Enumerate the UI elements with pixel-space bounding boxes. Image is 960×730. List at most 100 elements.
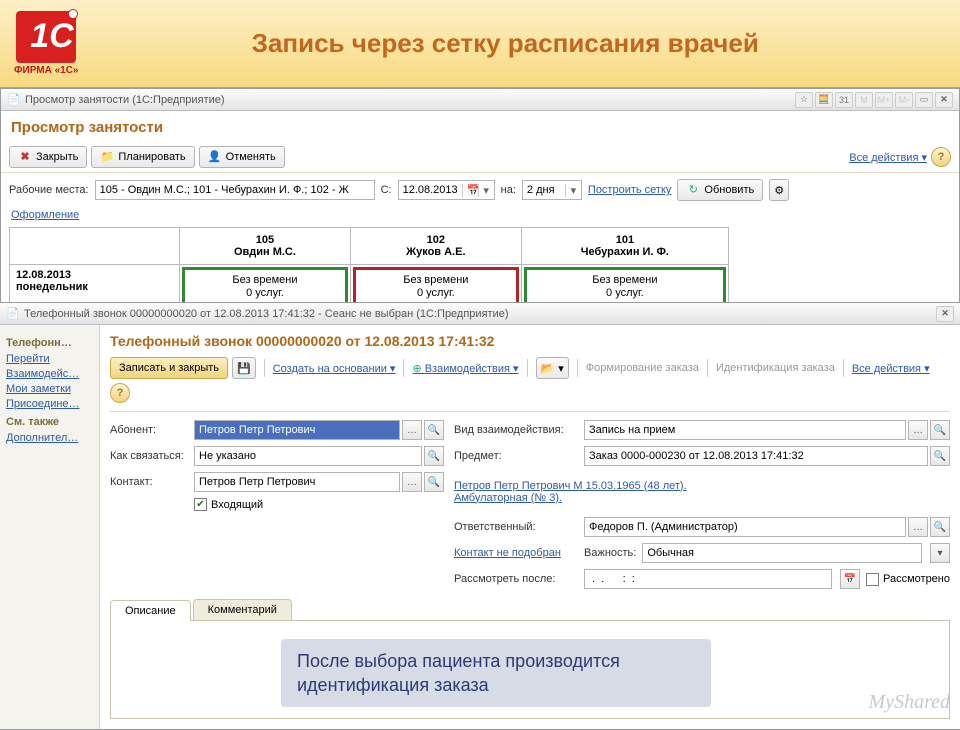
person-icon: 👤 (208, 150, 222, 164)
lbl-from: С: (381, 184, 392, 196)
dropdown-icon[interactable]: ▾ (930, 543, 950, 563)
priority-input[interactable] (642, 543, 922, 563)
patient-link-2[interactable]: Амбулаторная (№ 3). (454, 492, 562, 504)
window1-titlebar: 📄 Просмотр занятости (1С:Предприятие) ☆ … (1, 89, 959, 111)
save-button[interactable]: 💾 (232, 357, 256, 379)
calendar-icon[interactable]: 📅 (840, 569, 860, 589)
build-grid-link[interactable]: Построить сетку (588, 184, 672, 196)
days-field[interactable]: 2 дня▾ (522, 180, 582, 200)
settings-button[interactable]: ⚙ (769, 179, 789, 201)
tab-bar: Описание Комментарий (110, 599, 950, 621)
folder-icon: 📂 (541, 362, 555, 375)
incoming-checkbox[interactable]: ✔ Входящий (194, 498, 444, 511)
nav-additional[interactable]: Дополнител… (6, 432, 93, 444)
plan-button[interactable]: 📁Планировать (91, 146, 194, 168)
help-icon[interactable]: ? (110, 383, 130, 403)
tab-comment[interactable]: Комментарий (193, 599, 292, 620)
magnify-icon[interactable]: 🔍 (930, 446, 950, 466)
window2-titlebar: 📄 Телефонный звонок 00000000020 от 12.08… (0, 303, 960, 325)
slide-title: Запись через сетку расписания врачей (115, 28, 947, 59)
description-area[interactable]: После выбора пациента производится идент… (110, 621, 950, 719)
no-contact-link[interactable]: Контакт не подобран (454, 547, 574, 559)
lookup-icon[interactable]: … (908, 420, 928, 440)
magnify-icon[interactable]: 🔍 (424, 420, 444, 440)
all-actions-link[interactable]: Все действия ▾ (849, 151, 927, 164)
owner-input[interactable] (584, 517, 906, 537)
abonent-input[interactable] (194, 420, 400, 440)
folder-button[interactable]: 📂 ▾ (536, 357, 569, 379)
reviewed-checkbox[interactable]: Рассмотрено (866, 573, 950, 586)
min-icon[interactable]: ▭ (915, 92, 933, 108)
kind-input[interactable] (584, 420, 906, 440)
lookup-icon[interactable]: … (908, 517, 928, 537)
gear-icon: ⚙ (774, 184, 784, 197)
close-x-icon: ✖ (18, 150, 32, 164)
lbl-after: Рассмотреть после: (454, 573, 574, 585)
toolbar1: ✖Закрыть 📁Планировать 👤Отменять Все дейс… (1, 142, 959, 173)
toolbar2: Записать и закрыть 💾 Создать на основани… (110, 355, 950, 412)
nav-notes[interactable]: Мои заметки (6, 383, 93, 395)
nav-interactions[interactable]: Взаимодейс… (6, 368, 93, 380)
contact-input[interactable] (194, 472, 400, 492)
form-order-disabled: Формирование заказа (586, 362, 699, 374)
close-icon[interactable]: ✕ (936, 306, 954, 322)
slide-header: ФИРМА «1С» Запись через сетку расписания… (0, 0, 960, 88)
lbl-subject: Предмет: (454, 450, 574, 462)
zoom3-icon[interactable]: M- (895, 92, 913, 108)
nav-goto[interactable]: Перейти (6, 353, 93, 365)
dropdown-icon[interactable]: ▾ (478, 184, 494, 197)
help-icon[interactable]: ? (931, 147, 951, 167)
subject-input[interactable] (584, 446, 928, 466)
workplaces-input[interactable] (95, 180, 375, 200)
date-from-field[interactable]: 12.08.2013📅▾ (398, 180, 495, 200)
refresh-button[interactable]: ↻Обновить (677, 179, 763, 201)
lbl-kind: Вид взаимодействия: (454, 424, 574, 436)
cancel-button[interactable]: 👤Отменять (199, 146, 285, 168)
plus-icon: ⊕ (412, 363, 421, 375)
interactions-link[interactable]: ⊕ Взаимодействия ▾ (412, 362, 518, 375)
review-after-input[interactable] (584, 569, 832, 589)
logo-1c: ФИРМА «1С» (14, 11, 79, 76)
close-button[interactable]: ✖Закрыть (9, 146, 87, 168)
filter-row: Рабочие места: С: 12.08.2013📅▾ на: 2 дня… (1, 173, 959, 207)
how-input[interactable] (194, 446, 422, 466)
check-icon: ✔ (194, 498, 207, 511)
col-head-1: 105Овдин М.С. (180, 228, 351, 265)
lookup-icon[interactable]: … (402, 420, 422, 440)
dropdown-icon[interactable]: ▾ (565, 184, 581, 197)
zoom2-icon[interactable]: M+ (875, 92, 893, 108)
save-close-button[interactable]: Записать и закрыть (110, 357, 228, 379)
unchecked-icon (866, 573, 879, 586)
form-title: Телефонный звонок 00000000020 от 12.08.2… (110, 325, 950, 355)
patient-link-1[interactable]: Петров Петр Петрович М 15.03.1965 (48 ле… (454, 480, 687, 492)
refresh-icon: ↻ (686, 183, 700, 197)
side-nav: Телефонн… Перейти Взаимодейс… Мои заметк… (0, 325, 100, 729)
app-icon: 📄 (7, 93, 21, 107)
occupancy-heading: Просмотр занятости (1, 111, 959, 142)
ident-order-disabled: Идентификация заказа (716, 362, 835, 374)
nav-group-1: Телефонн… (6, 337, 93, 349)
lbl-abonent: Абонент: (110, 424, 184, 436)
magnify-icon[interactable]: 🔍 (424, 472, 444, 492)
logo-subtitle: ФИРМА «1С» (14, 65, 79, 76)
favorite-icon[interactable]: ☆ (795, 92, 813, 108)
magnify-icon[interactable]: 🔍 (424, 446, 444, 466)
zoom-icon[interactable]: M (855, 92, 873, 108)
tab-description[interactable]: Описание (110, 600, 191, 621)
all-actions-link-2[interactable]: Все действия ▾ (852, 362, 930, 375)
window-phonecall: 📄 Телефонный звонок 00000000020 от 12.08… (0, 302, 960, 730)
callout-note: После выбора пациента производится идент… (281, 639, 711, 707)
calendar-drop-icon[interactable]: 📅 (462, 184, 478, 197)
calc-icon[interactable]: 🧮 (815, 92, 833, 108)
lbl-how: Как связаться: (110, 450, 184, 462)
magnify-icon[interactable]: 🔍 (930, 517, 950, 537)
design-link[interactable]: Оформление (11, 209, 79, 221)
calendar-icon[interactable]: 31 (835, 92, 853, 108)
window1-title: Просмотр занятости (1С:Предприятие) (25, 94, 225, 106)
lookup-icon[interactable]: … (402, 472, 422, 492)
nav-attach[interactable]: Присоедине… (6, 398, 93, 410)
close-icon[interactable]: ✕ (935, 92, 953, 108)
magnify-icon[interactable]: 🔍 (930, 420, 950, 440)
lbl-prio: Важность: (584, 547, 636, 559)
create-on-basis-link[interactable]: Создать на основании ▾ (273, 362, 396, 375)
